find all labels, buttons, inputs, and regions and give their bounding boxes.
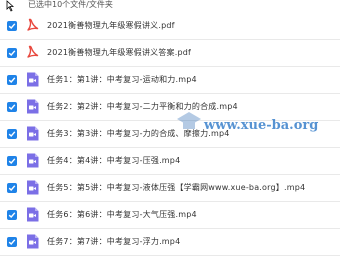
row-checkbox[interactable] bbox=[7, 237, 17, 247]
check-icon bbox=[8, 77, 16, 84]
check-icon bbox=[8, 212, 16, 219]
file-name: 任务4：第4讲：中考复习-压强.mp4 bbox=[47, 156, 181, 165]
row-checkbox[interactable] bbox=[7, 129, 17, 139]
check-icon bbox=[8, 50, 16, 57]
file-name: 任务6：第6讲：中考复习-大气压强.mp4 bbox=[47, 210, 197, 219]
row-checkbox[interactable] bbox=[7, 102, 17, 112]
file-row[interactable]: 任务4：第4讲：中考复习-压强.mp4 bbox=[0, 148, 340, 175]
row-checkbox[interactable] bbox=[7, 21, 17, 31]
video-file-icon bbox=[26, 72, 39, 87]
file-row[interactable]: 任务6：第6讲：中考复习-大气压强.mp4 bbox=[0, 202, 340, 229]
file-name: 任务2：第2讲：中考复习-二力平衡和力的合成.mp4 bbox=[47, 102, 238, 111]
row-checkbox[interactable] bbox=[7, 48, 17, 58]
check-icon bbox=[8, 239, 16, 246]
pdf-file-icon bbox=[26, 18, 39, 33]
video-file-icon bbox=[26, 234, 39, 249]
watermark-logo-icon bbox=[177, 112, 201, 129]
row-checkbox[interactable] bbox=[7, 210, 17, 220]
file-name: 任务5：第5讲：中考复习-液体压强【学霸网www.xue-ba.org】.mp4 bbox=[47, 183, 306, 192]
file-row[interactable]: 任务2：第2讲：中考复习-二力平衡和力的合成.mp4 bbox=[0, 94, 340, 121]
check-icon bbox=[8, 185, 16, 192]
selection-header: 已选中10个文件/文件夹 bbox=[0, 0, 340, 12]
video-file-icon bbox=[26, 153, 39, 168]
video-file-icon bbox=[26, 180, 39, 195]
cursor-icon bbox=[6, 0, 15, 12]
row-checkbox[interactable] bbox=[7, 183, 17, 193]
check-icon bbox=[8, 158, 16, 165]
video-file-icon bbox=[26, 99, 39, 114]
row-checkbox[interactable] bbox=[7, 156, 17, 166]
check-icon bbox=[8, 23, 16, 30]
file-row[interactable]: 任务5：第5讲：中考复习-液体压强【学霸网www.xue-ba.org】.mp4 bbox=[0, 175, 340, 202]
row-checkbox[interactable] bbox=[7, 75, 17, 85]
file-row[interactable]: 2021衡善物理九年级寒假讲义答案.pdf bbox=[0, 40, 340, 67]
selection-summary: 已选中10个文件/文件夹 bbox=[28, 0, 113, 9]
file-row[interactable]: 2021衡善物理九年级寒假讲义.pdf bbox=[0, 13, 340, 40]
file-name: 2021衡善物理九年级寒假讲义.pdf bbox=[47, 21, 175, 30]
video-file-icon bbox=[26, 126, 39, 141]
video-file-icon bbox=[26, 207, 39, 222]
check-icon bbox=[8, 131, 16, 138]
watermark-text: www.xue-ba.org bbox=[204, 118, 319, 133]
check-icon bbox=[8, 104, 16, 111]
file-name: 任务7：第7讲：中考复习-浮力.mp4 bbox=[47, 237, 181, 246]
file-name: 任务1：第1讲：中考复习-运动和力.mp4 bbox=[47, 75, 197, 84]
pdf-file-icon bbox=[26, 45, 39, 60]
file-name: 2021衡善物理九年级寒假讲义答案.pdf bbox=[47, 48, 192, 57]
file-name: 任务3：第3讲：中考复习-力的合成、摩擦力.mp4 bbox=[47, 129, 230, 138]
file-row[interactable]: 任务1：第1讲：中考复习-运动和力.mp4 bbox=[0, 67, 340, 94]
